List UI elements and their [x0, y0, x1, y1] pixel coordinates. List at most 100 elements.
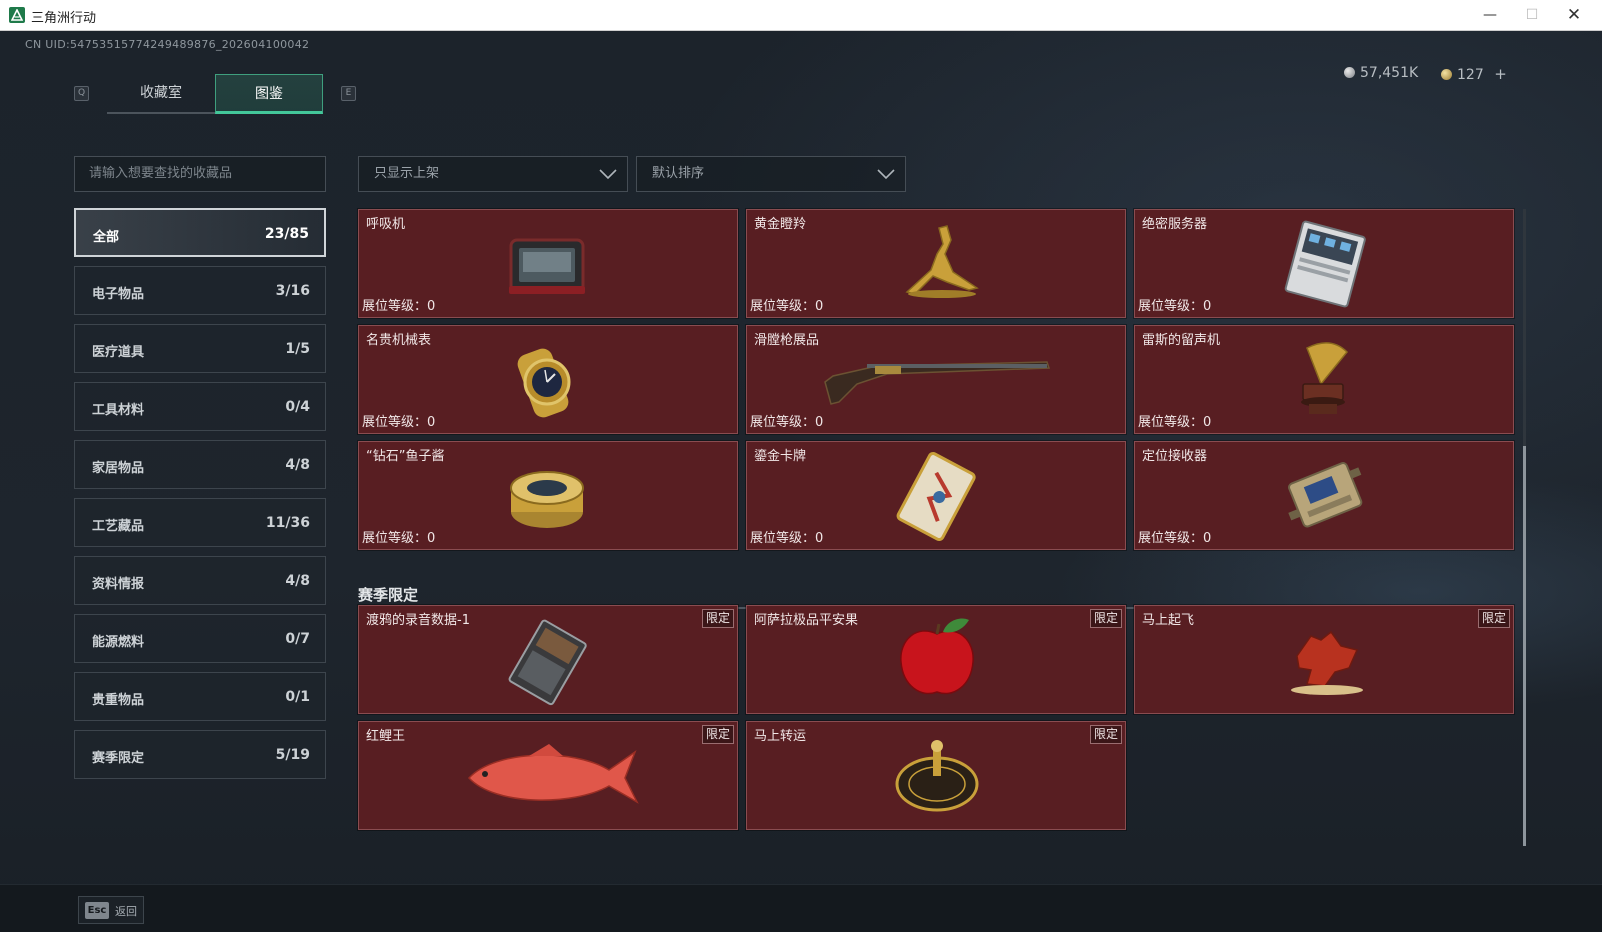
item-name: 绝密服务器 [1142, 217, 1208, 232]
prev-tab-key[interactable]: Q [74, 86, 89, 101]
item-name: 鎏金卡牌 [754, 449, 807, 464]
silver-amount: 57,451K [1360, 65, 1419, 81]
category-count: 5/19 [275, 747, 310, 763]
category-electronics[interactable]: 电子物品 3/16 [74, 266, 326, 315]
item-level: 展位等级：0 [750, 415, 824, 430]
item-name: 黄金瞪羚 [754, 217, 807, 232]
category-season-limited[interactable]: 赛季限定 5/19 [74, 730, 326, 779]
category-valuables[interactable]: 贵重物品 0/1 [74, 672, 326, 721]
item-card-gilded-card[interactable]: 鎏金卡牌 展位等级：0 [745, 440, 1127, 551]
sort-dropdown[interactable]: 默认排序 [636, 156, 906, 192]
limited-badge: 限定 [1090, 609, 1122, 628]
gold-amount: 127 [1457, 67, 1484, 83]
category-label: 工艺藏品 [92, 519, 145, 534]
category-label: 电子物品 [92, 287, 145, 302]
item-level: 展位等级：0 [750, 531, 824, 546]
top-tab-bar: 收藏室 图鉴 [107, 74, 323, 114]
game-viewport: CN UID:54753515774249489876_202604100042… [0, 31, 1602, 932]
shelf-filter-dropdown[interactable]: 只显示上架 [358, 156, 628, 192]
scrollbar-thumb[interactable] [1523, 446, 1526, 846]
category-medical[interactable]: 医疗道具 1/5 [74, 324, 326, 373]
item-level: 展位等级：0 [750, 299, 824, 314]
item-level: 展位等级：0 [1138, 299, 1212, 314]
tab-codex[interactable]: 图鉴 [215, 74, 323, 114]
footer-bar [0, 884, 1602, 932]
item-card-gps-receiver[interactable]: 定位接收器 展位等级：0 [1133, 440, 1515, 551]
category-count: 11/36 [265, 515, 310, 531]
gold-currency[interactable]: 127 + [1441, 65, 1507, 83]
limited-badge: 限定 [1090, 725, 1122, 744]
limited-badge: 限定 [1478, 609, 1510, 628]
category-label: 全部 [93, 230, 120, 245]
item-name: 马上转运 [754, 729, 807, 744]
category-label: 赛季限定 [92, 751, 145, 766]
item-card-horse-takeoff[interactable]: 马上起飞 限定 [1133, 604, 1515, 715]
category-count: 0/4 [285, 399, 310, 415]
category-count: 23/85 [264, 226, 309, 242]
item-level: 展位等级：0 [1138, 531, 1212, 546]
category-label: 家居物品 [92, 461, 145, 476]
category-count: 4/8 [285, 573, 310, 589]
esc-key-icon: Esc [85, 902, 109, 919]
gold-coin-icon [1441, 69, 1452, 80]
red-carp-icon [467, 744, 639, 804]
silver-coin-icon [1344, 67, 1355, 78]
category-intel[interactable]: 资料情报 4/8 [74, 556, 326, 605]
window-titlebar: 三角洲行动 — ☐ ✕ [0, 0, 1602, 31]
add-currency-button[interactable]: + [1494, 65, 1507, 83]
player-uid: CN UID:54753515774249489876_202604100042 [25, 38, 310, 51]
item-card-luxury-watch[interactable]: 名贵机械表 展位等级：0 [357, 324, 739, 435]
category-energy[interactable]: 能源燃料 0/7 [74, 614, 326, 663]
minimize-button[interactable]: — [1470, 4, 1510, 26]
category-count: 0/1 [285, 689, 310, 705]
limited-badge: 限定 [702, 609, 734, 628]
app-logo-icon [9, 7, 25, 23]
section-title-season: 赛季限定 [358, 586, 419, 604]
category-household[interactable]: 家居物品 4/8 [74, 440, 326, 489]
item-name: 滑膛枪展品 [754, 333, 820, 348]
item-name: 马上起飞 [1142, 613, 1195, 628]
category-label: 能源燃料 [92, 635, 145, 650]
item-card-secret-server[interactable]: 绝密服务器 展位等级：0 [1133, 208, 1515, 319]
item-level: 展位等级：0 [362, 531, 436, 546]
close-button[interactable]: ✕ [1554, 4, 1594, 26]
window-title: 三角洲行动 [31, 11, 97, 26]
next-tab-key[interactable]: E [341, 86, 356, 101]
category-count: 4/8 [285, 457, 310, 473]
category-label: 医疗道具 [92, 345, 145, 360]
chevron-down-icon [599, 169, 617, 180]
sort-value: 默认排序 [652, 166, 705, 181]
item-card-golden-gazelle[interactable]: 黄金瞪羚 展位等级：0 [745, 208, 1127, 319]
back-button[interactable]: Esc 返回 [78, 896, 144, 924]
maximize-button[interactable]: ☐ [1512, 4, 1552, 26]
category-count: 1/5 [285, 341, 310, 357]
item-card-asala-apple[interactable]: 阿萨拉极品平安果 限定 [745, 604, 1127, 715]
item-card-ventilator[interactable]: 呼吸机 展位等级：0 [357, 208, 739, 319]
item-card-caviar[interactable]: “钻石”鱼子酱 展位等级：0 [357, 440, 739, 551]
item-name: 雷斯的留声机 [1142, 333, 1221, 348]
item-card-red-carp[interactable]: 红鲤王 限定 [357, 720, 739, 831]
item-name: “钻石”鱼子酱 [366, 449, 445, 464]
item-name: 红鲤王 [366, 729, 406, 744]
category-crafts[interactable]: 工艺藏品 11/36 [74, 498, 326, 547]
category-tools[interactable]: 工具材料 0/4 [74, 382, 326, 431]
category-label: 贵重物品 [92, 693, 145, 708]
item-card-raven-recording[interactable]: 渡鸦的录音数据-1 限定 [357, 604, 739, 715]
item-level: 展位等级：0 [1138, 415, 1212, 430]
item-name: 名贵机械表 [366, 333, 432, 348]
category-count: 0/7 [285, 631, 310, 647]
search-input[interactable]: 请输入想要查找的收藏品 [74, 156, 326, 192]
item-card-gramophone[interactable]: 雷斯的留声机 展位等级：0 [1133, 324, 1515, 435]
item-level: 展位等级：0 [362, 415, 436, 430]
item-level: 展位等级：0 [362, 299, 436, 314]
shelf-filter-value: 只显示上架 [374, 166, 440, 181]
category-all[interactable]: 全部 23/85 [74, 208, 326, 257]
chevron-down-icon [877, 169, 895, 180]
item-card-musket[interactable]: 滑膛枪展品 展位等级：0 [745, 324, 1127, 435]
limited-badge: 限定 [702, 725, 734, 744]
category-label: 工具材料 [92, 403, 145, 418]
item-card-horse-fortune[interactable]: 马上转运 限定 [745, 720, 1127, 831]
back-label: 返回 [115, 905, 137, 918]
item-name: 阿萨拉极品平安果 [754, 613, 859, 628]
tab-collection-room[interactable]: 收藏室 [107, 74, 215, 112]
